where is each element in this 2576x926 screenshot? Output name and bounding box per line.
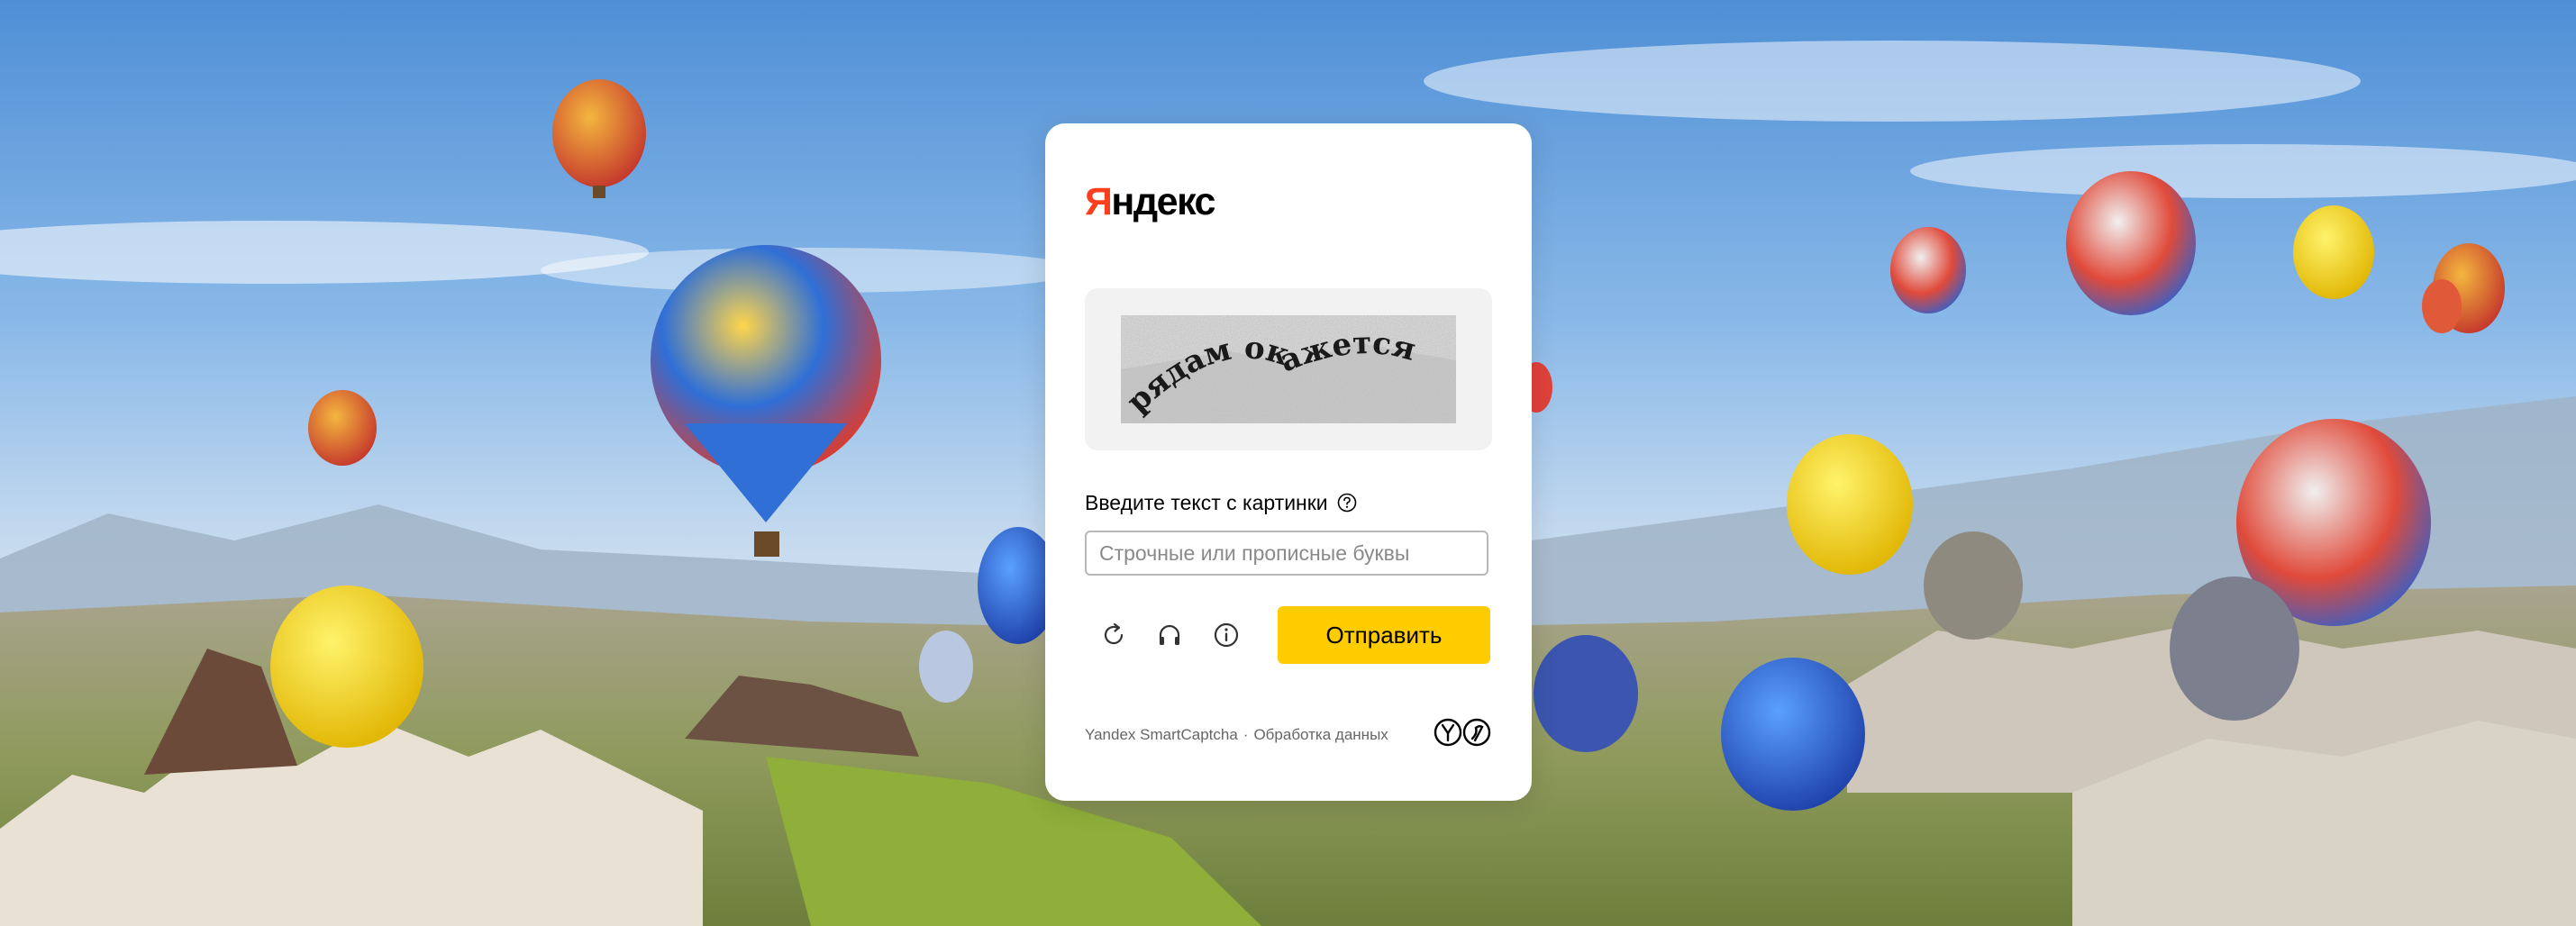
captcha-card: Яндекс рядам окажется Введите текст с ка… (1045, 123, 1532, 801)
captcha-input[interactable] (1085, 531, 1488, 576)
yandex-logo[interactable]: Яндекс (1085, 183, 1215, 222)
data-processing-link[interactable]: Обработка данных (1253, 726, 1388, 744)
yandex-smartcaptcha-logo (1433, 717, 1494, 748)
footer-separator: · (1242, 726, 1249, 743)
footer: Yandex SmartCaptcha · Обработка данных (1085, 726, 1388, 744)
submit-button[interactable]: Отправить (1278, 606, 1490, 664)
headphones-icon (1159, 624, 1180, 645)
audio-button[interactable] (1151, 616, 1188, 654)
captcha-image: рядам окажется (1121, 315, 1456, 423)
captcha-label: Введите текст с картинки (1085, 490, 1328, 514)
info-icon (1214, 622, 1239, 648)
reload-button[interactable] (1095, 616, 1133, 654)
captcha-label-row: Введите текст с картинки (1085, 488, 1357, 517)
question-circle-icon[interactable] (1337, 493, 1357, 513)
logo-rest: ндекс (1111, 180, 1215, 223)
logo-first-letter: Я (1085, 180, 1113, 223)
smartcaptcha-link[interactable]: Yandex SmartCaptcha (1085, 726, 1238, 744)
reload-icon (1104, 622, 1124, 645)
info-button[interactable] (1207, 616, 1245, 654)
captcha-image-container: рядам окажется (1085, 288, 1492, 450)
